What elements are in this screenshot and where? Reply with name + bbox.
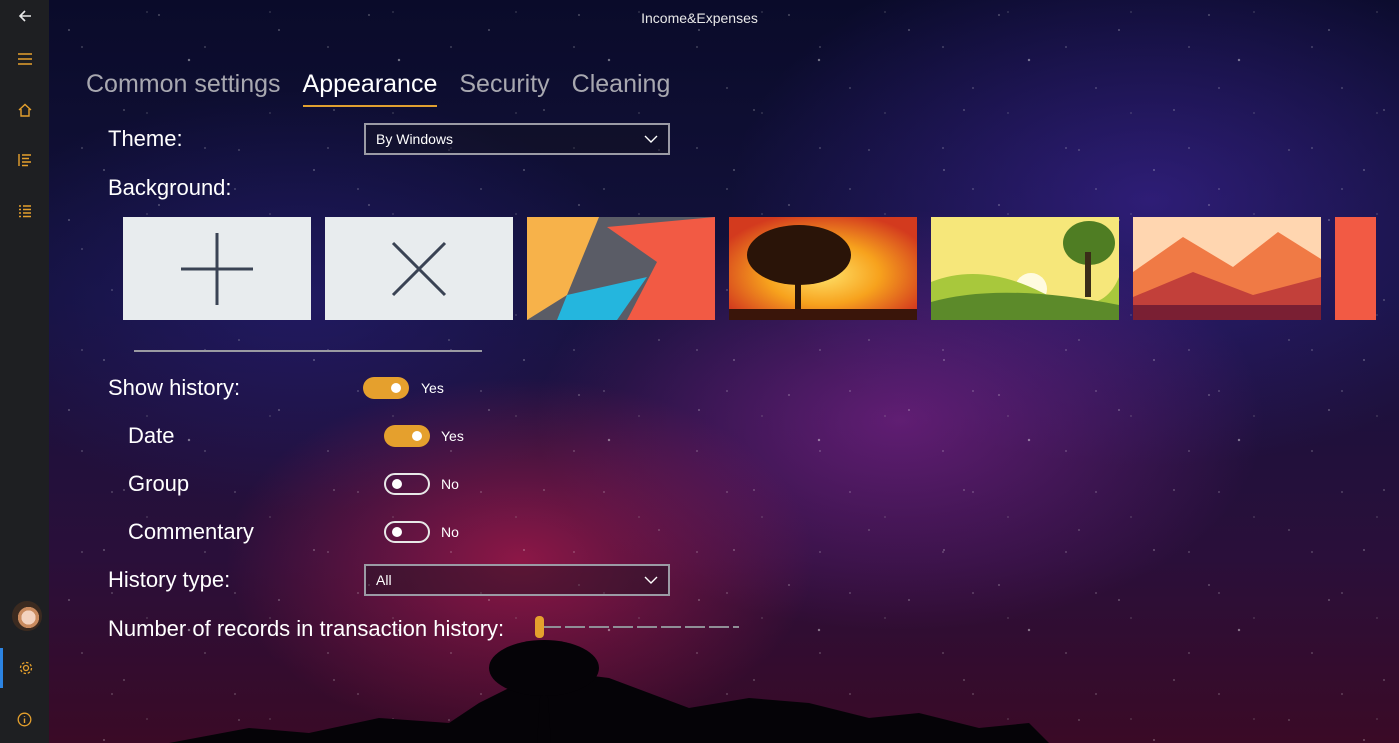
home-button[interactable]: [0, 90, 49, 130]
toggle-knob: [392, 479, 402, 489]
tab-security[interactable]: Security: [459, 70, 549, 107]
group-label: Group: [128, 471, 190, 496]
show-history-label: Show history:: [108, 375, 241, 400]
toggle-knob: [412, 431, 422, 441]
info-icon: [17, 712, 32, 726]
list-icon-2: [18, 205, 31, 218]
about-button[interactable]: [0, 699, 49, 739]
remove-icon: [391, 241, 447, 296]
theme-dropdown-value: By Windows: [376, 131, 454, 147]
chevron-down-icon: [644, 576, 658, 584]
background-sunset-tile[interactable]: [729, 217, 917, 320]
add-icon: [181, 232, 253, 305]
show-history-toggle[interactable]: [363, 377, 409, 399]
date-label: Date: [128, 423, 175, 448]
date-toggle[interactable]: [384, 425, 430, 447]
commentary-label: Commentary: [128, 519, 254, 544]
toggle-knob: [391, 383, 401, 393]
theme-label: Theme:: [108, 126, 183, 151]
group-toggle[interactable]: [384, 473, 430, 495]
commentary-state: No: [441, 524, 459, 540]
tab-common-settings[interactable]: Common settings: [86, 70, 281, 107]
sidebar: [0, 0, 49, 743]
sunset-tree-image: [729, 217, 917, 320]
add-background-tile[interactable]: [123, 217, 311, 320]
records-slider-thumb[interactable]: [535, 616, 544, 638]
tab-cleaning[interactable]: Cleaning: [572, 70, 671, 107]
groups-button[interactable]: [0, 191, 49, 231]
settings-button[interactable]: [0, 648, 49, 688]
background-label: Background:: [108, 175, 232, 200]
history-type-label: History type:: [108, 567, 231, 592]
settings-tabs: Common settings Appearance Security Clea…: [86, 70, 670, 107]
show-history-state: Yes: [421, 380, 444, 396]
chevron-down-icon: [644, 135, 658, 143]
menu-button[interactable]: [0, 39, 49, 79]
home-icon: [18, 103, 31, 117]
transactions-button[interactable]: [0, 140, 49, 180]
date-state: Yes: [441, 428, 464, 444]
green-hills-sunrise-image: [931, 217, 1119, 320]
background-coral-tile[interactable]: [1335, 217, 1376, 320]
avatar[interactable]: [12, 601, 42, 631]
background-hills-tile[interactable]: [931, 217, 1119, 320]
abstract-geometric-image: [527, 217, 715, 320]
app-title: Income&Expenses: [641, 10, 758, 26]
remove-background-tile[interactable]: [325, 217, 513, 320]
commentary-toggle[interactable]: [384, 521, 430, 543]
list-icon: [17, 154, 31, 167]
background-abstract-tile[interactable]: [527, 217, 715, 320]
hamburger-menu-icon: [17, 53, 32, 65]
records-slider-track[interactable]: [541, 626, 739, 628]
gear-icon: [19, 661, 33, 675]
background-tiles: [123, 217, 1376, 320]
toggle-knob: [392, 527, 402, 537]
history-type-value: All: [376, 572, 392, 588]
orange-mountains-image: [1133, 217, 1321, 320]
tab-appearance[interactable]: Appearance: [302, 70, 438, 107]
history-type-dropdown[interactable]: All: [364, 564, 670, 596]
tiles-scrollbar[interactable]: [134, 350, 482, 352]
background-mountains-tile[interactable]: [1133, 217, 1321, 320]
group-state: No: [441, 476, 459, 492]
records-label: Number of records in transaction history…: [108, 616, 505, 641]
theme-dropdown[interactable]: By Windows: [364, 123, 670, 155]
